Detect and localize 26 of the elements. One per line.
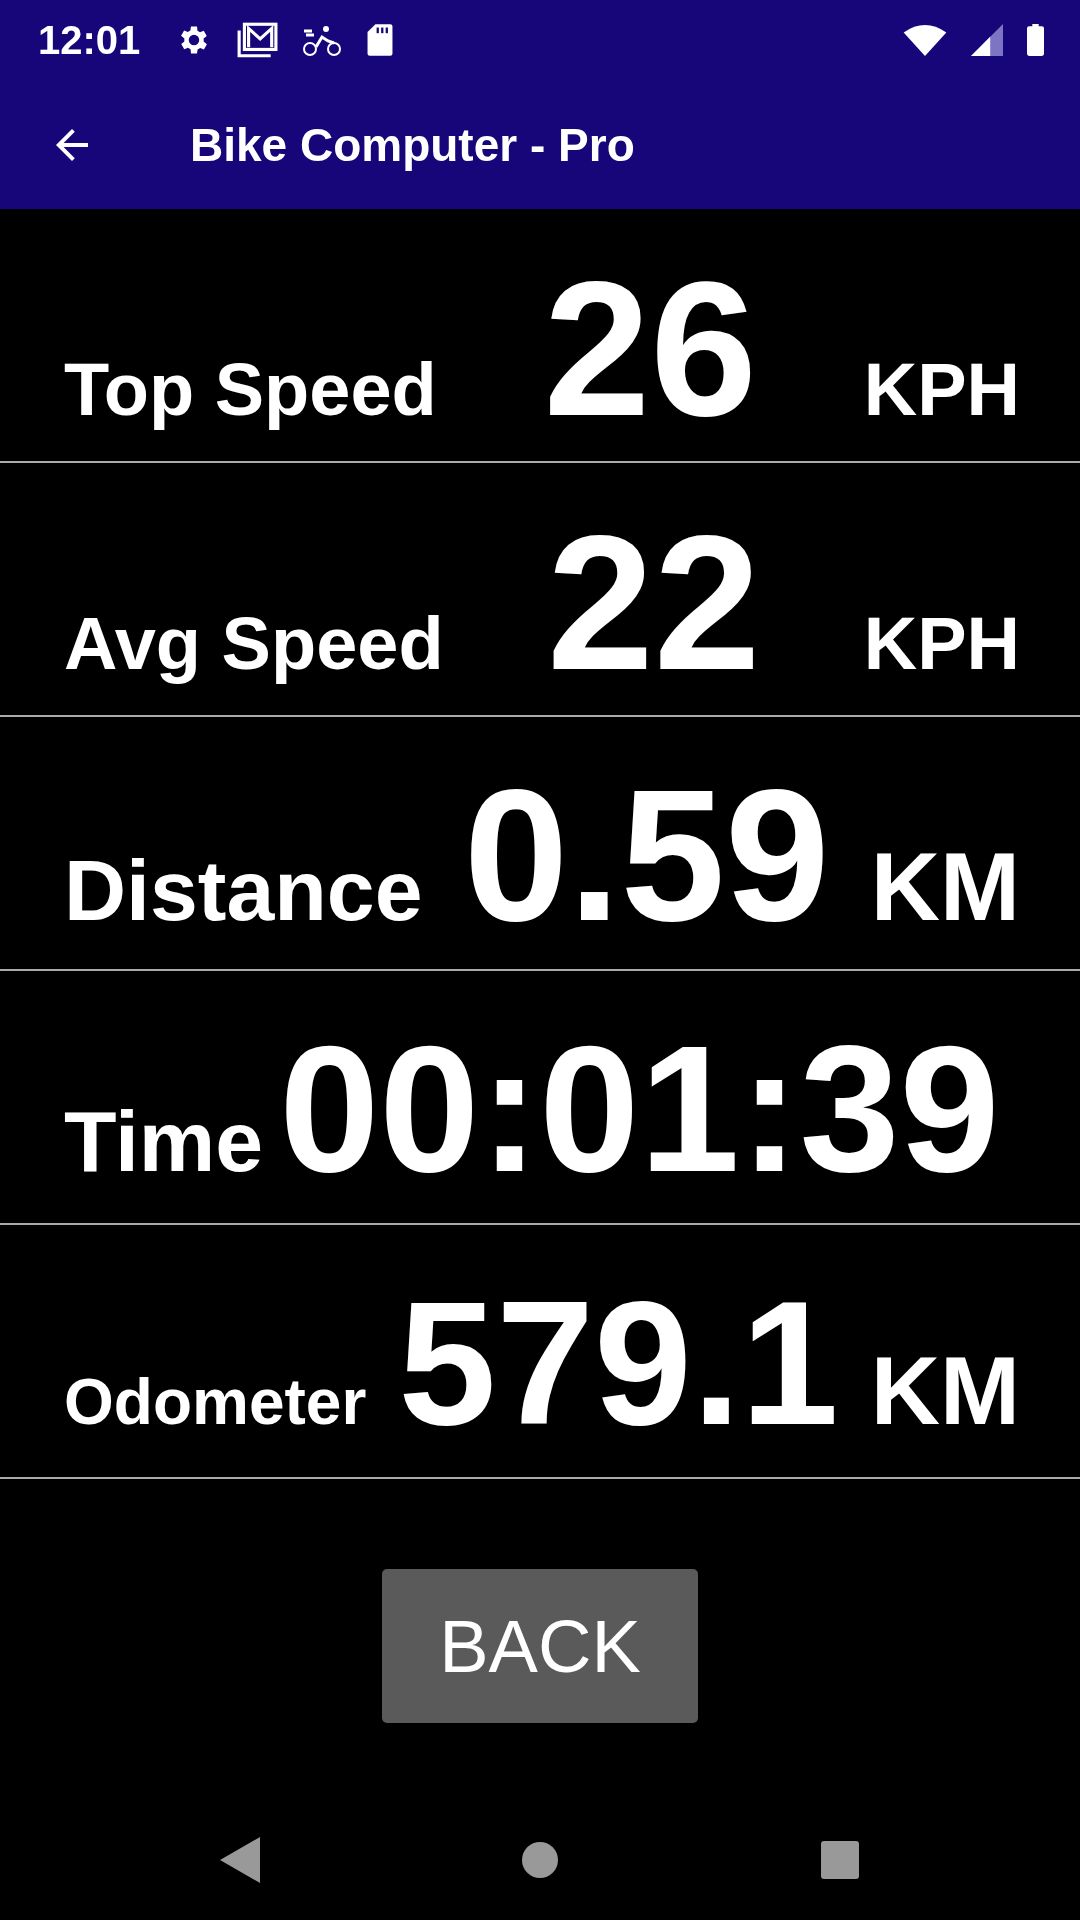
app-title: Bike Computer - Pro — [190, 117, 635, 172]
stat-unit: KPH — [863, 601, 1020, 686]
stat-value: 00:01:39 — [279, 1019, 1000, 1199]
signal-icon — [971, 24, 1003, 56]
stat-unit: KM — [870, 1336, 1020, 1446]
sd-card-icon — [366, 23, 395, 57]
back-icon[interactable] — [220, 1837, 260, 1883]
stat-value: 26 — [543, 253, 758, 445]
stat-label: Time — [64, 1092, 264, 1191]
home-icon[interactable] — [520, 1840, 560, 1880]
cyclist-icon — [302, 23, 343, 57]
wifi-icon — [903, 24, 947, 56]
stat-label: Avg Speed — [64, 601, 444, 686]
stat-value: 22 — [546, 507, 761, 699]
recents-icon[interactable] — [820, 1840, 860, 1880]
stat-value: 579.1 — [398, 1275, 839, 1451]
stat-unit: KM — [870, 832, 1020, 942]
mail-icon — [236, 22, 279, 58]
stat-label: Top Speed — [64, 347, 437, 432]
stat-label: Distance — [64, 841, 423, 940]
battery-icon — [1027, 23, 1044, 57]
back-button[interactable]: BACK — [382, 1569, 698, 1723]
stat-unit: KPH — [863, 347, 1020, 432]
stat-label: Odometer — [64, 1365, 367, 1439]
clock: 12:01 — [38, 17, 141, 63]
stat-value: 0.59 — [463, 761, 830, 949]
